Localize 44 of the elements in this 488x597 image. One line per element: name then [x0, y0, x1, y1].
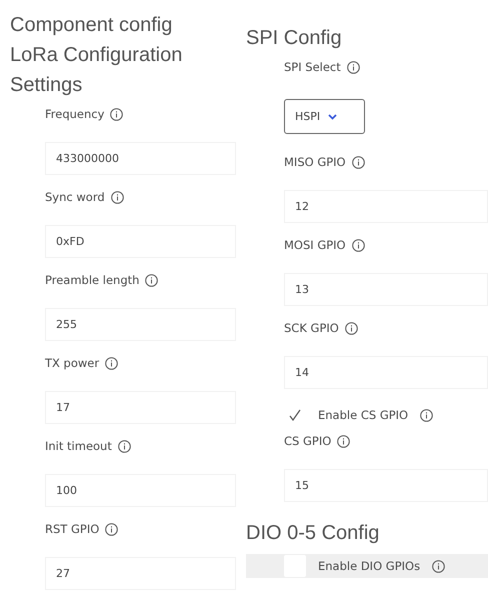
info-icon[interactable] [420, 408, 434, 422]
section-heading: Settings [10, 73, 82, 98]
field-label: MOSI GPIO [284, 238, 346, 252]
info-icon[interactable] [346, 60, 360, 74]
input-field[interactable]: 100 [45, 474, 236, 507]
field-label: MISO GPIO [284, 155, 346, 169]
field-label: TX power [45, 356, 100, 370]
info-icon[interactable] [105, 522, 118, 536]
input-field[interactable]: 27 [45, 557, 236, 590]
info-icon[interactable] [110, 108, 124, 120]
info-icon[interactable] [118, 440, 131, 452]
checkmark-icon [289, 409, 301, 421]
field-label: RST GPIO [45, 522, 100, 536]
input-field[interactable]: 0xFD [45, 225, 236, 258]
section-heading: DIO 0-5 Config [246, 521, 380, 546]
info-icon[interactable] [352, 156, 365, 168]
info-icon[interactable] [432, 560, 446, 572]
checkbox-label: Enable DIO GPIOs [318, 559, 420, 573]
section-heading: LoRa Configuration [10, 43, 182, 68]
field-label: Preamble length [45, 273, 140, 287]
info-icon[interactable] [105, 356, 118, 370]
input-field[interactable]: 14 [284, 356, 488, 389]
info-icon[interactable] [352, 238, 365, 252]
section-heading: SPI Config [246, 26, 342, 51]
input-field[interactable]: 15 [284, 469, 488, 502]
info-icon[interactable] [145, 274, 158, 286]
checkbox-label: Enable CS GPIO [318, 408, 408, 422]
field-label: CS GPIO [284, 434, 332, 448]
info-icon[interactable] [110, 190, 124, 204]
field-label: SPI Select [284, 60, 341, 74]
input-field[interactable]: 17 [45, 391, 236, 424]
input-field[interactable]: 255 [45, 308, 236, 341]
field-label: SCK GPIO [284, 321, 339, 335]
field-label: Frequency [45, 107, 104, 121]
chevron-down-icon [328, 114, 338, 120]
info-icon[interactable] [337, 434, 350, 448]
input-field[interactable]: 12 [284, 190, 488, 223]
field-label: Init timeout [45, 439, 112, 453]
spi-select-dropdown[interactable]: HSPI [284, 99, 365, 134]
input-field[interactable]: 433000000 [45, 142, 236, 175]
info-icon[interactable] [344, 322, 358, 334]
section-heading: Component config [10, 13, 172, 38]
field-label: Sync word [45, 190, 105, 204]
input-field[interactable]: 13 [284, 273, 488, 306]
